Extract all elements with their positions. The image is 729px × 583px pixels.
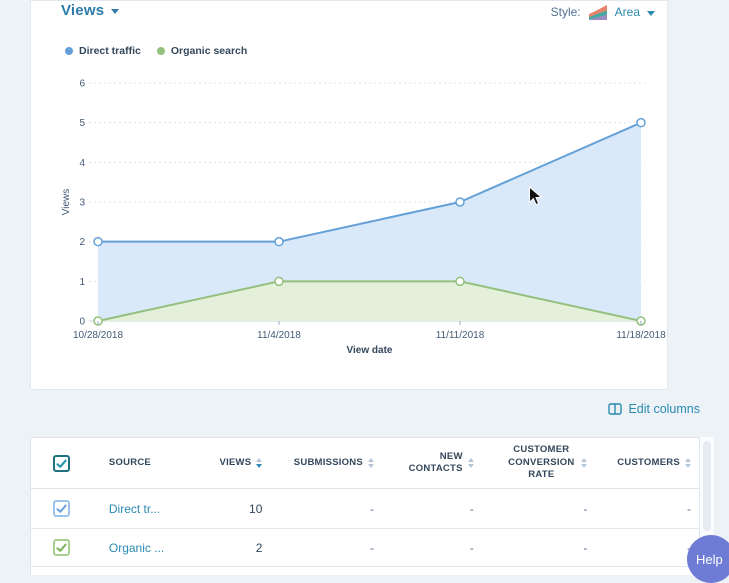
source-link[interactable]: Direct tr... — [109, 502, 160, 516]
svg-text:1: 1 — [79, 277, 85, 288]
column-header-customers[interactable]: CUSTOMERS — [617, 457, 680, 469]
customers-value: - — [687, 502, 691, 516]
edit-columns-button[interactable]: Edit columns — [608, 402, 700, 416]
table-row: Organic ... 2 - - - - — [31, 529, 699, 567]
page: { "chart_card": { "title": "Views", "sty… — [0, 0, 729, 575]
scrollbar-thumb[interactable] — [703, 441, 711, 531]
column-header-source[interactable]: SOURCE — [109, 457, 151, 469]
column-header-new-contacts[interactable]: NEW CONTACTS — [405, 451, 463, 476]
svg-text:11/18/2018: 11/18/2018 — [616, 330, 666, 341]
data-table: SOURCE VIEWS SUBMISSIONS NEW CONTACTS CU… — [30, 437, 700, 575]
svg-text:11/4/2018: 11/4/2018 — [257, 330, 301, 341]
svg-text:Views: Views — [61, 189, 72, 216]
views-value: 10 — [249, 502, 262, 516]
svg-text:5: 5 — [79, 118, 85, 129]
table-header: SOURCE VIEWS SUBMISSIONS NEW CONTACTS CU… — [31, 438, 699, 489]
edit-columns-icon — [608, 403, 622, 415]
svg-text:3: 3 — [79, 198, 85, 209]
views-value: 2 — [256, 541, 263, 555]
edit-columns-label: Edit columns — [628, 402, 700, 416]
column-header-submissions[interactable]: SUBMISSIONS — [294, 457, 363, 469]
row-checkbox[interactable] — [53, 500, 70, 517]
views-area-chart: 0 1 2 3 4 5 6 10/28/2018 11/4/2018 11/11/2018 11/1… — [31, 1, 669, 391]
checkmark-icon — [55, 541, 68, 554]
checkmark-icon — [55, 457, 68, 470]
table-row: Direct tr... 10 - - - - — [31, 489, 699, 529]
select-all-checkbox[interactable] — [53, 455, 70, 472]
svg-text:4: 4 — [79, 158, 85, 169]
svg-text:0: 0 — [79, 317, 85, 328]
svg-text:View date: View date — [347, 345, 393, 356]
column-header-customer-conversion-rate[interactable]: CUSTOMER CONVERSION RATE — [506, 444, 576, 481]
sort-icon-customers[interactable] — [685, 458, 691, 468]
chart-card: Views Style: Area Direct traffic Organic… — [30, 0, 668, 390]
svg-text:11/11/2018: 11/11/2018 — [436, 330, 485, 341]
column-header-views[interactable]: VIEWS — [220, 457, 252, 469]
help-button[interactable]: Help — [687, 535, 729, 583]
row-checkbox[interactable] — [53, 539, 70, 556]
checkmark-icon — [55, 502, 68, 515]
svg-text:2: 2 — [79, 237, 85, 248]
svg-text:6: 6 — [79, 79, 85, 90]
help-button-label: Help — [696, 552, 723, 567]
source-link[interactable]: Organic ... — [109, 541, 164, 555]
svg-text:10/28/2018: 10/28/2018 — [73, 330, 123, 341]
